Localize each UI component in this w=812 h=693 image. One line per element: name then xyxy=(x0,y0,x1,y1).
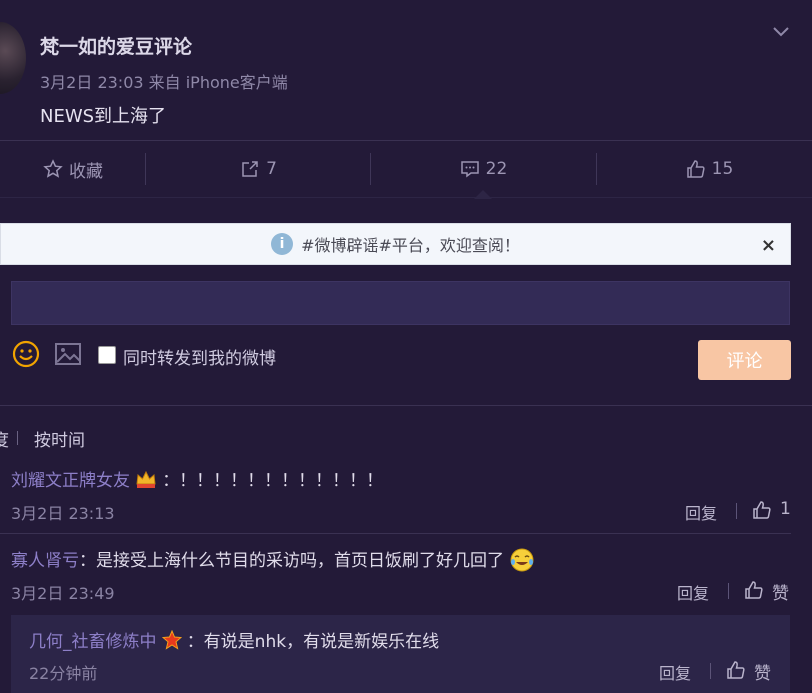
divider xyxy=(0,405,812,406)
post-meta: 3月2日 23:03 来自 iPhone客户端 xyxy=(40,73,288,92)
favorite-button[interactable]: 收藏 xyxy=(0,152,146,186)
red-star-badge-icon[interactable] xyxy=(161,630,182,650)
comment-author[interactable]: 寡人肾亏 xyxy=(11,551,79,571)
reply-button[interactable]: 回复 xyxy=(677,580,709,604)
close-icon[interactable]: × xyxy=(761,235,776,256)
thumbs-up-icon[interactable] xyxy=(726,660,746,680)
divider xyxy=(0,140,812,141)
post-username[interactable]: 梵一如的爱豆评论 xyxy=(40,32,192,59)
emoji-icon[interactable] xyxy=(12,340,40,368)
rumor-notice-banner: i #微博辟谣#平台，欢迎查阅！ × xyxy=(0,223,791,265)
divider xyxy=(736,503,737,519)
comment-count: 22 xyxy=(485,159,508,179)
sub-comment-item: 几何_社畜修炼中 ：有说是nhk，有说是新娱乐在线 xyxy=(29,627,439,652)
comment-like-count[interactable]: 1 xyxy=(780,499,791,519)
avatar[interactable] xyxy=(0,22,26,94)
comment-time: 3月2日 23:13 xyxy=(11,504,115,523)
comment-caret xyxy=(474,190,492,199)
comment-author[interactable]: 刘耀文正牌女友 xyxy=(11,471,130,491)
divider xyxy=(17,431,18,445)
comment-text: ：是接受上海什么节目的采访吗，首页日饭刷了好几回了 xyxy=(79,551,504,571)
reply-button[interactable]: 回复 xyxy=(659,660,691,684)
thumbs-up-icon[interactable] xyxy=(752,500,772,520)
repost-button[interactable]: 7 xyxy=(146,152,371,186)
divider xyxy=(728,583,729,599)
chevron-down-icon[interactable] xyxy=(772,22,790,40)
reply-button[interactable]: 回复 xyxy=(685,500,717,524)
divider xyxy=(710,663,711,679)
crying-laughing-emoji-icon xyxy=(510,548,534,572)
image-icon[interactable] xyxy=(54,341,82,367)
crown-badge-icon[interactable] xyxy=(135,469,157,489)
repost-count: 7 xyxy=(266,159,277,179)
comment-text: ：！！！！！！！！！！！！ xyxy=(162,471,384,491)
divider xyxy=(0,533,791,534)
comment-time: 3月2日 23:49 xyxy=(11,584,115,603)
favorite-label: 收藏 xyxy=(69,161,103,182)
thumbs-up-icon xyxy=(686,160,705,178)
sort-by-heat[interactable]: 度 xyxy=(0,426,9,451)
info-icon: i xyxy=(271,233,294,255)
comment-input[interactable] xyxy=(11,281,790,325)
like-count: 15 xyxy=(711,159,734,179)
comment-like-label[interactable]: 赞 xyxy=(754,659,771,684)
sort-by-time[interactable]: 按时间 xyxy=(34,426,85,451)
comment-text: ：有说是nhk，有说是新娱乐在线 xyxy=(186,632,440,652)
star-icon xyxy=(43,159,63,178)
divider xyxy=(0,197,812,198)
comment-item: 刘耀文正牌女友 ：！！！！！！！！！！！！ xyxy=(11,466,383,491)
comment-like-label[interactable]: 赞 xyxy=(772,579,789,604)
comment-button[interactable]: 22 xyxy=(371,152,596,186)
post-text: NEWS到上海了 xyxy=(40,106,167,127)
share-icon xyxy=(242,161,258,177)
like-button[interactable]: 15 xyxy=(597,152,812,186)
repost-checkbox-label[interactable]: 同时转发到我的微博 xyxy=(123,344,276,369)
comment-icon xyxy=(460,161,479,178)
comment-time: 22分钟前 xyxy=(29,664,98,683)
submit-comment-button[interactable]: 评论 xyxy=(698,340,791,380)
thumbs-up-icon[interactable] xyxy=(744,580,764,600)
repost-checkbox[interactable] xyxy=(98,346,116,364)
notice-text[interactable]: #微博辟谣#平台，欢迎查阅！ xyxy=(301,232,520,256)
comment-author[interactable]: 几何_社畜修炼中 xyxy=(29,632,157,652)
comment-item: 寡人肾亏：是接受上海什么节目的采访吗，首页日饭刷了好几回了 xyxy=(11,546,791,572)
